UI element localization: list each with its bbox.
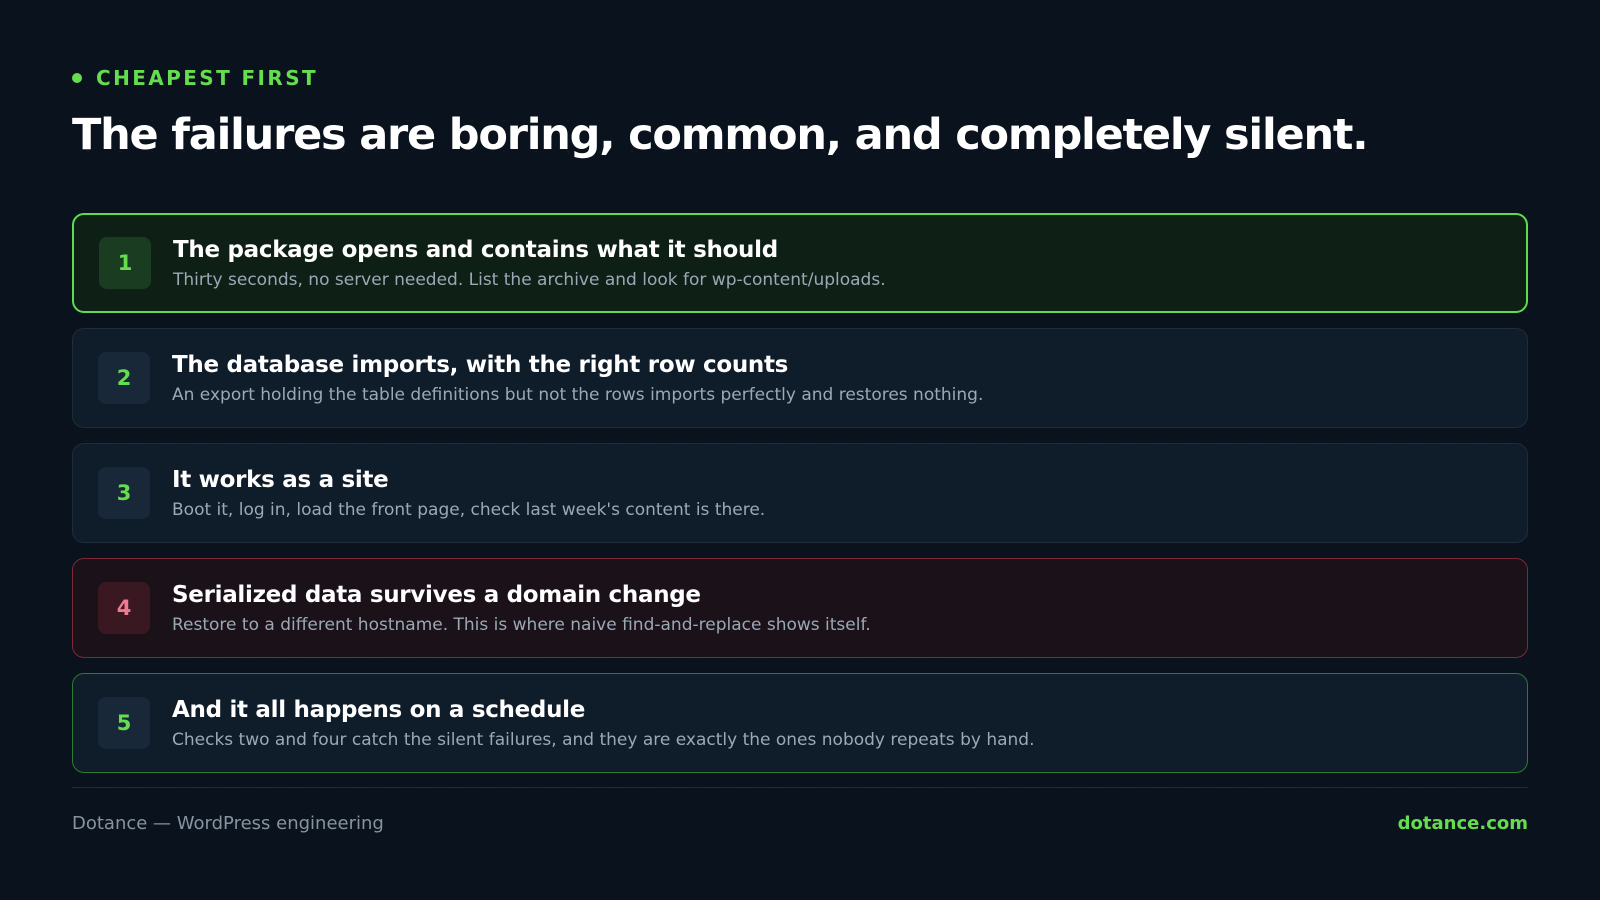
- footer-website-link[interactable]: dotance.com: [1398, 813, 1528, 834]
- check-title: It works as a site: [172, 466, 389, 493]
- check-card-text: The package opens and contains what it s…: [173, 237, 886, 290]
- check-description: Boot it, log in, load the front page, ch…: [172, 499, 766, 520]
- step-number-badge: 1: [99, 237, 151, 289]
- check-title: The database imports, with the right row…: [172, 351, 789, 378]
- check-card-5: 5 And it all happens on a schedule Check…: [72, 673, 1528, 773]
- bullet-dot-icon: [72, 73, 82, 83]
- eyebrow: CHEAPEST FIRST: [72, 66, 318, 90]
- step-number-badge: 4: [98, 582, 150, 634]
- check-card-text: It works as a site Boot it, log in, load…: [172, 467, 765, 520]
- footer-divider: [72, 787, 1528, 788]
- check-card-3: 3 It works as a site Boot it, log in, lo…: [72, 443, 1528, 543]
- step-number-badge: 2: [98, 352, 150, 404]
- checks-list: 1 The package opens and contains what it…: [72, 213, 1528, 788]
- step-number-badge: 3: [98, 467, 150, 519]
- check-description: An export holding the table definitions …: [172, 384, 984, 405]
- check-title: Serialized data survives a domain change: [172, 581, 701, 608]
- check-card-text: Serialized data survives a domain change…: [172, 582, 871, 635]
- check-description: Checks two and four catch the silent fai…: [172, 729, 1035, 750]
- check-title: And it all happens on a schedule: [172, 696, 586, 723]
- footer-brand: Dotance — WordPress engineering: [72, 813, 384, 834]
- step-number-badge: 5: [98, 697, 150, 749]
- check-description: Thirty seconds, no server needed. List t…: [173, 269, 886, 290]
- page-title: The failures are boring, common, and com…: [72, 110, 1369, 160]
- slide: CHEAPEST FIRST The failures are boring, …: [0, 0, 1600, 900]
- check-card-text: The database imports, with the right row…: [172, 352, 983, 405]
- check-card-text: And it all happens on a schedule Checks …: [172, 697, 1034, 750]
- check-card-2: 2 The database imports, with the right r…: [72, 328, 1528, 428]
- check-description: Restore to a different hostname. This is…: [172, 614, 871, 635]
- check-title: The package opens and contains what it s…: [173, 236, 778, 263]
- eyebrow-label: CHEAPEST FIRST: [96, 66, 319, 90]
- check-card-1: 1 The package opens and contains what it…: [72, 213, 1528, 313]
- check-card-4: 4 Serialized data survives a domain chan…: [72, 558, 1528, 658]
